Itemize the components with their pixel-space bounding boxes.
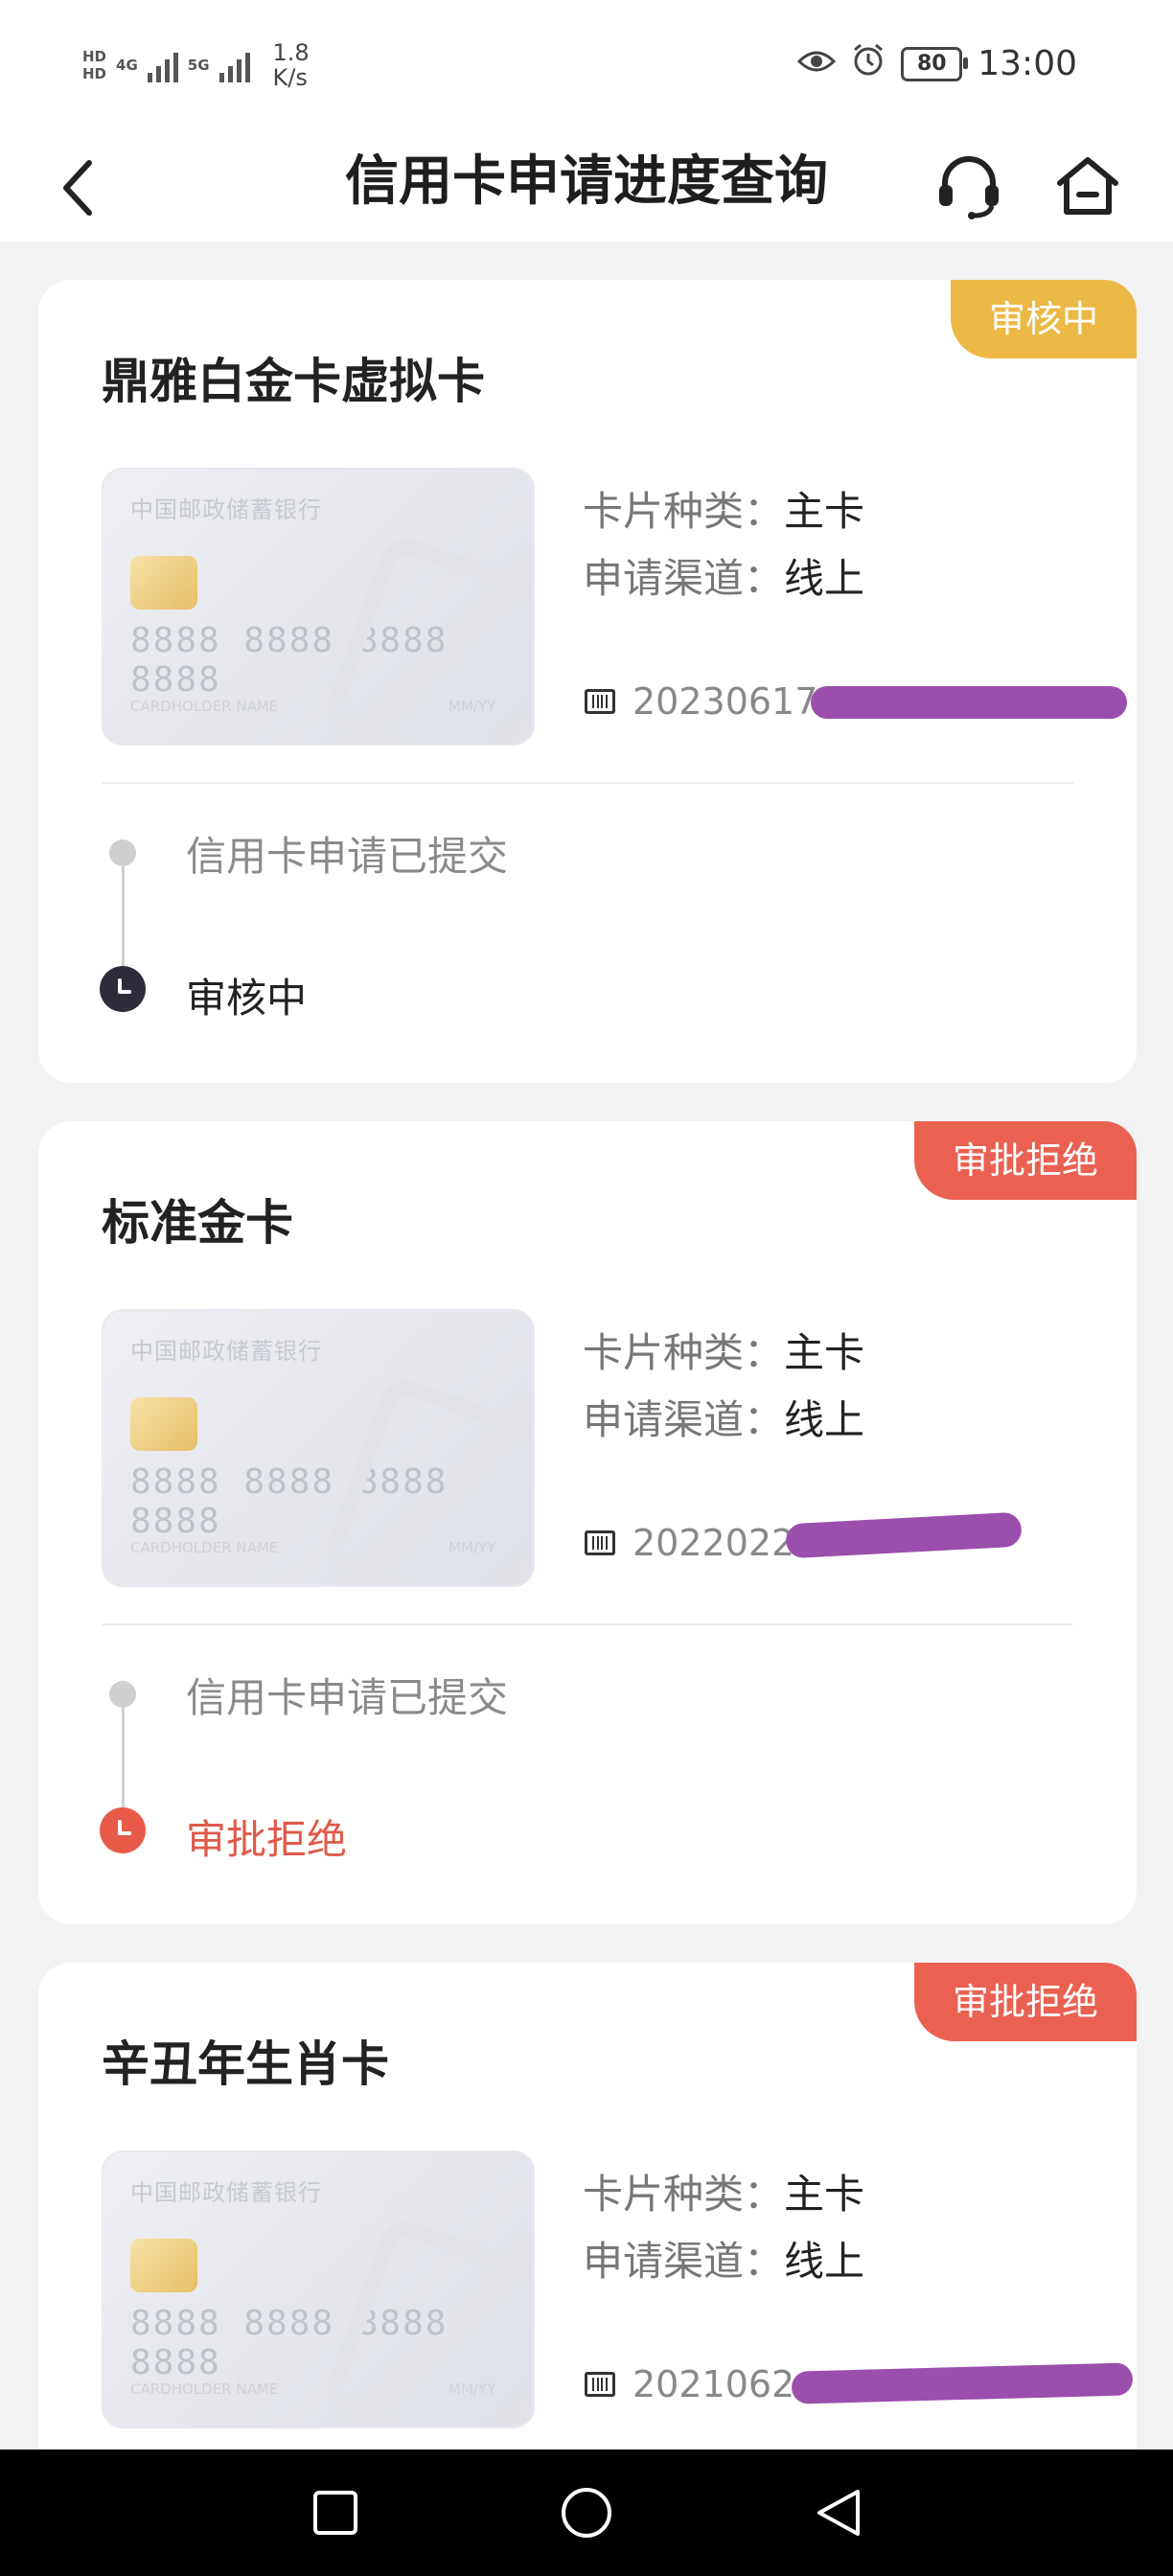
timeline-step-submitted: 信用卡申请已提交 xyxy=(186,833,509,880)
card-type-value: 主卡 xyxy=(784,488,865,535)
hd-indicator-1: HD xyxy=(82,48,107,65)
card-bank-name: 中国邮政储蓄银行 xyxy=(130,1338,322,1365)
redaction-mark xyxy=(785,1511,1023,1559)
card-type-row: 卡片种类：主卡 xyxy=(583,2166,864,2223)
divider xyxy=(102,1623,1073,1625)
timeline-line xyxy=(122,1708,125,1811)
card-chip-icon xyxy=(130,1397,197,1451)
card-product-name: 辛丑年生肖卡 xyxy=(102,2036,389,2092)
eye-icon xyxy=(797,44,837,83)
redaction-mark xyxy=(791,2362,1134,2404)
divider xyxy=(102,782,1073,784)
speed-unit: K/s xyxy=(272,64,308,91)
application-number-value: 20230617 xyxy=(632,680,818,723)
nav-recent-square-icon xyxy=(313,2491,357,2535)
clock-icon xyxy=(100,1807,146,1853)
barcode-icon xyxy=(585,689,615,714)
card-chip-icon xyxy=(130,556,197,610)
channel-row: 申请渠道：线上 xyxy=(583,2233,864,2290)
status-badge: 审核中 xyxy=(950,280,1137,358)
signal-strength-icon xyxy=(147,48,178,82)
channel-value: 线上 xyxy=(784,2238,865,2285)
credit-card-image: 中国邮政储蓄银行 8888 8888 8888 8888 CARDHOLDER … xyxy=(102,468,535,746)
channel-value: 线上 xyxy=(784,555,865,602)
network-4g-label: 4G xyxy=(116,57,138,74)
channel-label: 申请渠道： xyxy=(583,1396,785,1443)
application-card[interactable]: 审批拒绝 标准金卡 中国邮政储蓄银行 8888 8888 8888 8888 C… xyxy=(38,1121,1137,1924)
timeline-step-submitted: 信用卡申请已提交 xyxy=(186,1674,509,1721)
signal-strength-icon xyxy=(218,48,250,82)
application-card[interactable]: 审核中 鼎雅白金卡虚拟卡 中国邮政储蓄银行 8888 8888 8888 888… xyxy=(38,280,1137,1083)
card-type-row: 卡片种类：主卡 xyxy=(583,1324,864,1382)
channel-row: 申请渠道：线上 xyxy=(583,550,864,608)
customer-service-headset-icon xyxy=(939,156,999,219)
status-badge: 审批拒绝 xyxy=(913,1121,1137,1200)
channel-value: 线上 xyxy=(784,1396,865,1443)
nav-home-circle-icon xyxy=(562,2488,611,2538)
timeline-line xyxy=(122,866,125,970)
card-type-label: 卡片种类： xyxy=(583,2171,785,2218)
card-holder: CARDHOLDER NAME xyxy=(130,1539,279,1556)
card-watermark-icon xyxy=(320,531,533,744)
redaction-mark xyxy=(811,686,1127,719)
status-bar: HD HD 4G 5G 1.8 K/s 80 13:00 xyxy=(0,0,1173,134)
system-navigation-bar xyxy=(0,2450,1173,2576)
barcode-icon xyxy=(585,1530,615,1555)
speed-value: 1.8 xyxy=(272,39,310,66)
clock-icon xyxy=(100,966,146,1012)
home-button[interactable] xyxy=(1045,140,1131,232)
channel-row: 申请渠道：线上 xyxy=(583,1392,864,1449)
customer-service-button[interactable] xyxy=(926,140,1012,232)
top-app-bar: 信用卡申请进度查询 xyxy=(0,134,1173,242)
card-bank-name: 中国邮政储蓄银行 xyxy=(130,2179,322,2206)
card-bank-name: 中国邮政储蓄银行 xyxy=(130,496,322,523)
nav-back-triangle-icon xyxy=(817,2490,860,2536)
card-chip-icon xyxy=(130,2239,197,2292)
credit-card-image: 中国邮政储蓄银行 8888 8888 8888 8888 CARDHOLDER … xyxy=(102,1309,535,1587)
status-right: 80 13:00 xyxy=(797,42,1077,85)
timeline-step-current: 审核中 xyxy=(186,975,308,1022)
application-card[interactable]: 审批拒绝 辛丑年生肖卡 中国邮政储蓄银行 8888 8888 8888 8888… xyxy=(38,1963,1137,2499)
application-number: 2021062 xyxy=(585,2363,794,2405)
hd-indicator-2: HD xyxy=(82,65,107,82)
network-5g-label: 5G xyxy=(187,57,210,74)
application-number: 20230617 xyxy=(585,680,817,723)
home-icon xyxy=(1057,157,1118,215)
battery-icon: 80 xyxy=(901,46,969,81)
status-badge: 审批拒绝 xyxy=(913,1963,1137,2041)
barcode-icon xyxy=(585,2372,615,2397)
card-type-value: 主卡 xyxy=(784,2171,865,2218)
card-holder: CARDHOLDER NAME xyxy=(130,2380,279,2398)
card-type-value: 主卡 xyxy=(784,1329,865,1376)
application-number: 2022022 xyxy=(585,1522,794,1564)
clock-time: 13:00 xyxy=(978,44,1077,83)
nav-back-button[interactable] xyxy=(799,2474,876,2551)
application-number-value: 2022022 xyxy=(632,1522,795,1564)
timeline-dot-icon xyxy=(109,840,136,866)
status-left: HD HD 4G 5G 1.8 K/s xyxy=(82,40,310,90)
timeline-step-current: 审批拒绝 xyxy=(186,1816,348,1863)
card-type-label: 卡片种类： xyxy=(583,488,785,535)
card-watermark-icon xyxy=(320,2214,533,2426)
card-type-label: 卡片种类： xyxy=(583,1329,785,1376)
card-type-row: 卡片种类：主卡 xyxy=(583,483,864,540)
card-holder: CARDHOLDER NAME xyxy=(130,698,279,715)
application-number-value: 2021062 xyxy=(632,2363,795,2405)
nav-recent-button[interactable] xyxy=(297,2474,374,2551)
nav-home-button[interactable] xyxy=(548,2474,625,2551)
alarm-icon xyxy=(851,42,886,85)
card-watermark-icon xyxy=(320,1372,533,1585)
timeline-dot-icon xyxy=(109,1681,136,1708)
card-product-name: 鼎雅白金卡虚拟卡 xyxy=(102,354,485,409)
credit-card-image: 中国邮政储蓄银行 8888 8888 8888 8888 CARDHOLDER … xyxy=(102,2150,535,2428)
channel-label: 申请渠道： xyxy=(583,2238,785,2285)
channel-label: 申请渠道： xyxy=(583,555,785,602)
card-product-name: 标准金卡 xyxy=(102,1195,293,1251)
network-speed: 1.8 K/s xyxy=(273,40,310,90)
